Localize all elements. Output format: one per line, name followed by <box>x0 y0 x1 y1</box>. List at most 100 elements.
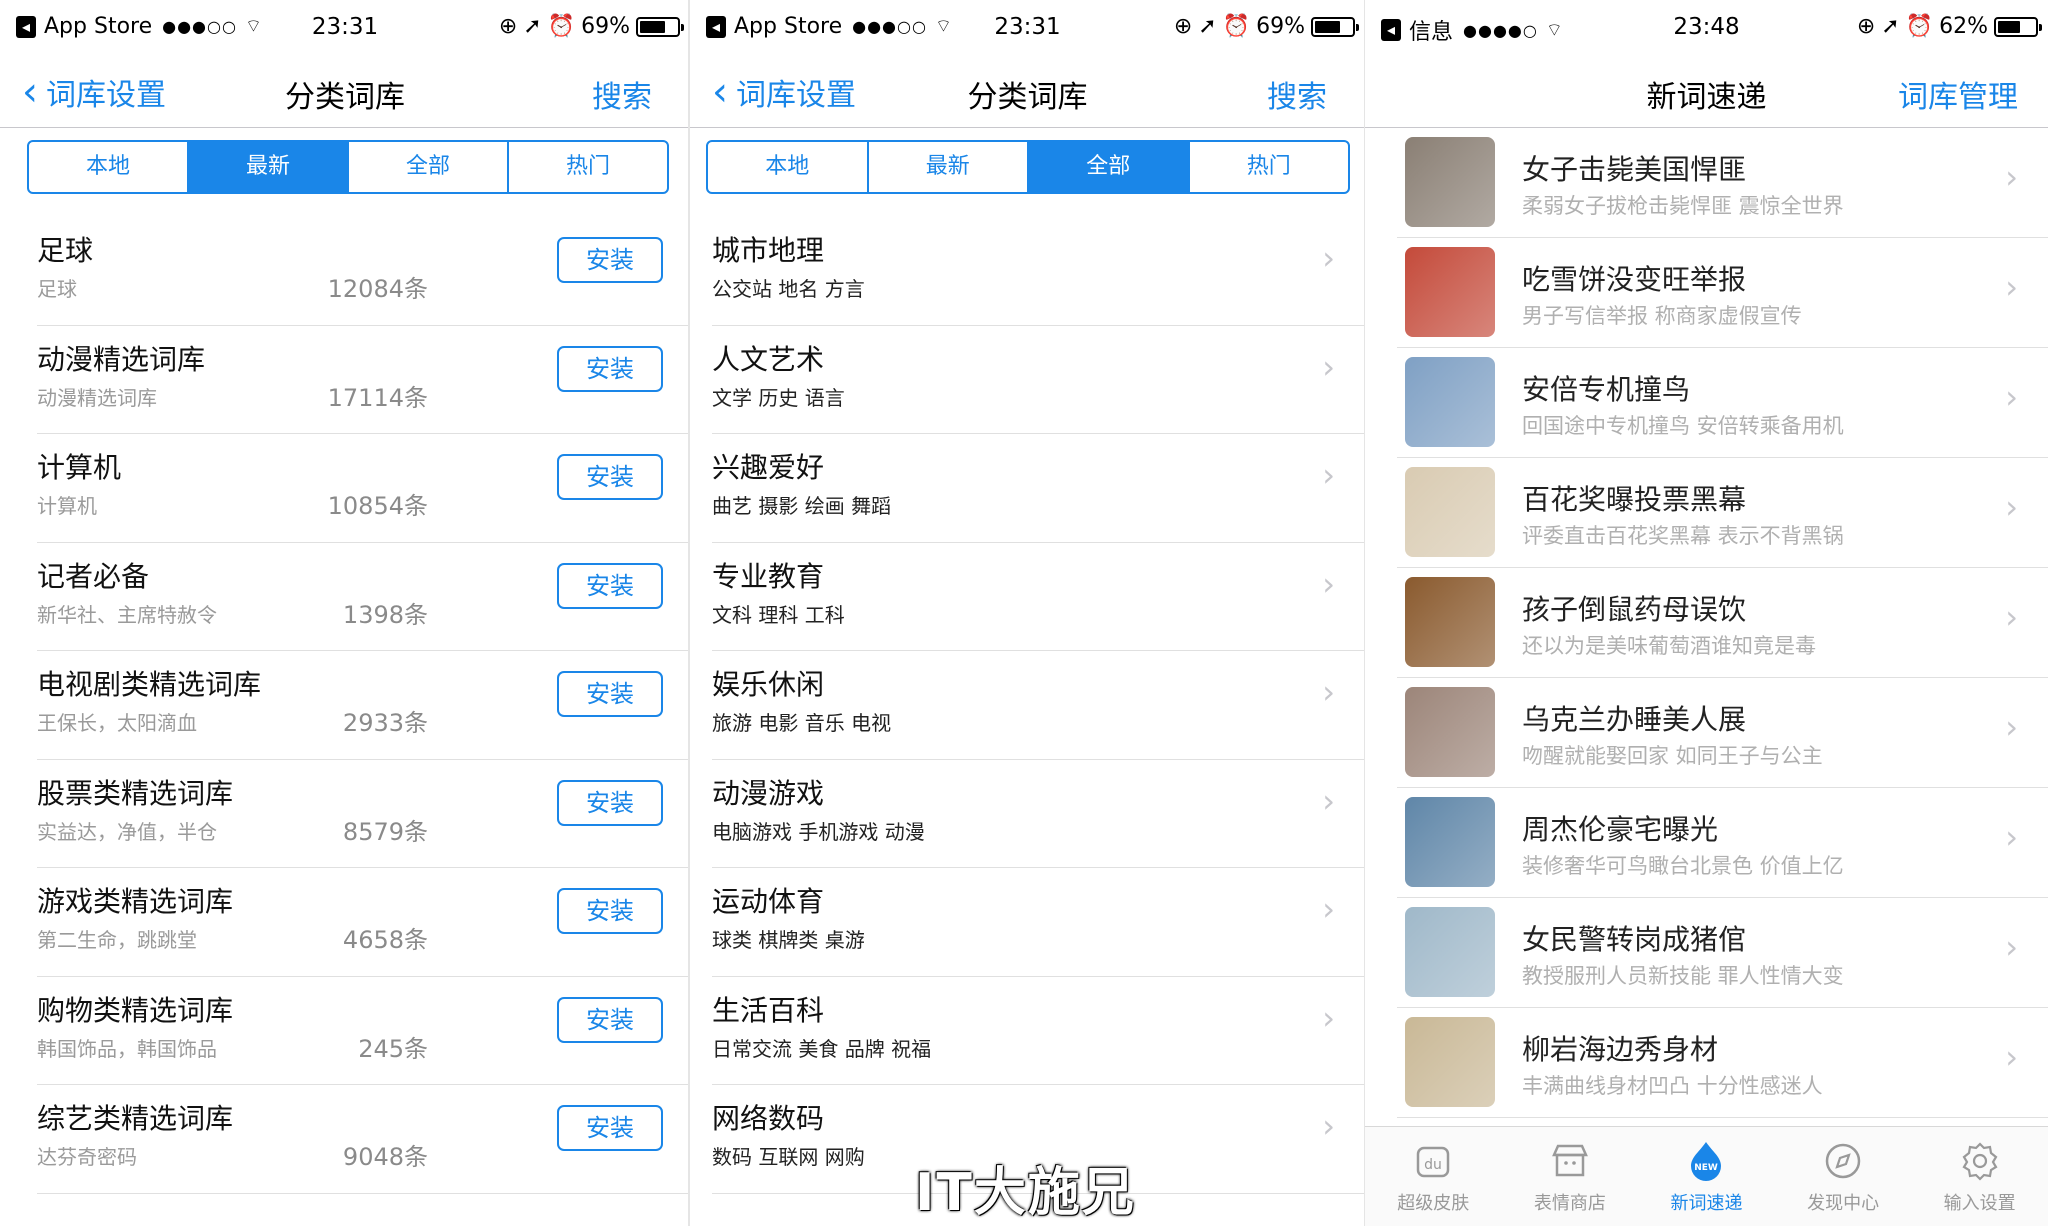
install-button[interactable]: 安装 <box>557 454 663 500</box>
category-name: 动漫游戏 <box>712 776 825 810</box>
item-name: 足球 <box>37 234 94 267</box>
tab-sticker-store[interactable]: 表情商店 <box>1502 1127 1639 1226</box>
news-title: 柳岩海边秀身材 <box>1522 1033 1719 1066</box>
segment-all[interactable]: 全部 <box>349 142 509 192</box>
item-name: 股票类精选词库 <box>37 776 234 810</box>
list-item: 动漫精选词库 动漫精选词库 17114条 安装 <box>37 326 690 434</box>
category-name: 人文艺术 <box>712 342 825 376</box>
segment-local[interactable]: 本地 <box>29 142 189 192</box>
back-button[interactable]: ‹ 词库设置 <box>712 70 856 114</box>
tab-skin[interactable]: du 超级皮肤 <box>1365 1127 1502 1226</box>
watermark-text: IT大施兄 <box>915 1163 1136 1223</box>
status-right: ⊕ ➚ ⏰ 69% <box>1174 14 1359 39</box>
segment-local[interactable]: 本地 <box>708 142 869 192</box>
segment-hot[interactable]: 热门 <box>1190 142 1349 192</box>
list-item[interactable]: 运动体育 球类 棋牌类 桌游 › <box>712 868 1365 977</box>
chevron-right-icon: › <box>2005 378 2018 416</box>
news-title: 乌克兰办睡美人展 <box>1522 703 1747 736</box>
news-summary: 评委直击百花奖黑幕 表示不背黑锅 <box>1522 524 1844 548</box>
tab-label: 表情商店 <box>1533 1192 1606 1214</box>
back-button[interactable]: ‹ 词库设置 <box>22 70 166 114</box>
category-subtitle: 曲艺 摄影 绘画 舞蹈 <box>712 494 892 518</box>
install-button[interactable]: 安装 <box>557 345 663 392</box>
list-item[interactable]: 生活百科 日常交流 美食 品牌 祝福 › <box>712 977 1365 1085</box>
news-item[interactable]: 女子击毙美国悍匪 柔弱女子拔枪击毙悍匪 震惊全世界 › <box>1397 128 2048 238</box>
news-item[interactable]: 百花奖曝投票黑幕评委直击百花奖黑幕 表示不背黑锅 › <box>1397 458 2048 568</box>
list-item[interactable]: 兴趣爱好 曲艺 摄影 绘画 舞蹈 › <box>712 434 1365 543</box>
item-subtitle: 达芬奇密码 <box>37 1145 137 1169</box>
news-item[interactable]: 孩子倒鼠药母误饮 还以为是美味葡萄酒谁知竟是毒 › <box>1397 568 2048 678</box>
list-item[interactable]: 专业教育 文科 理科 工科 › <box>712 543 1365 651</box>
svg-text:du: du <box>1424 1157 1442 1173</box>
tab-new-words[interactable]: NEW 新词速递 <box>1638 1127 1775 1226</box>
segmented-control: 本地 最新 全部 热门 <box>27 140 669 194</box>
item-name: 综艺类精选词库 <box>37 1102 234 1135</box>
list-item: 足球 足球 12084条 安装 <box>37 217 690 326</box>
item-count: 10854条 <box>327 492 428 520</box>
back-label: 词库设置 <box>46 78 166 113</box>
news-item[interactable]: 安倍专机撞鸟 回国途中专机撞鸟 安倍转乘备用机 › <box>1397 348 2048 458</box>
chevron-right-icon: › <box>2005 708 2018 746</box>
battery-percent: 69% <box>581 14 630 39</box>
list-item[interactable]: 动漫游戏 电脑游戏 手机游戏 动漫 › <box>712 760 1365 868</box>
segment-all[interactable]: 全部 <box>1029 142 1190 192</box>
segment-latest[interactable]: 最新 <box>189 142 349 192</box>
segment-latest[interactable]: 最新 <box>869 142 1029 192</box>
tab-bar: du 超级皮肤 表情商店 NEW 新词速递 发现中心 输入设置 <box>1365 1126 2048 1226</box>
screen-panel-1: ◂ App Store ●●●○○ ⌔ 23:31 ⊕ ➚ ⏰ 69% ‹ 词库… <box>0 0 690 1226</box>
item-count: 17114条 <box>327 383 428 412</box>
segment-hot[interactable]: 热门 <box>509 142 667 192</box>
item-count: 12084条 <box>327 275 428 303</box>
list-item: 记者必备 新华社、主席特赦令 1398条 安装 <box>37 543 690 651</box>
news-item[interactable]: 周杰伦豪宅曝光 装修奢华可鸟瞰台北景色 价值上亿 › <box>1397 788 2048 898</box>
search-button[interactable]: 搜索 <box>592 72 652 116</box>
item-subtitle: 动漫精选词库 <box>37 385 157 410</box>
category-subtitle: 文学 历史 语言 <box>712 385 845 410</box>
skin-icon: du <box>1417 1146 1450 1177</box>
chevron-right-icon: › <box>2005 598 2018 636</box>
item-name: 动漫精选词库 <box>37 342 206 376</box>
chevron-right-icon: › <box>1322 890 1335 928</box>
install-button[interactable]: 安装 <box>557 671 663 717</box>
category-name: 运动体育 <box>712 885 825 918</box>
tab-input-settings[interactable]: 输入设置 <box>1911 1127 2048 1226</box>
nav-bar: ‹ 词库设置 分类词库 搜索 <box>0 58 690 128</box>
install-button[interactable]: 安装 <box>557 996 663 1043</box>
manage-dictionary-button[interactable]: 词库管理 <box>1898 72 2018 116</box>
news-item[interactable]: 乌克兰办睡美人展 吻醒就能娶回家 如同王子与公主 › <box>1397 678 2048 788</box>
news-summary: 回国途中专机撞鸟 安倍转乘备用机 <box>1522 414 1844 438</box>
list-item[interactable]: 人文艺术 文学 历史 语言 › <box>712 326 1365 434</box>
install-button[interactable]: 安装 <box>557 1105 663 1151</box>
tab-discover[interactable]: 发现中心 <box>1775 1127 1912 1226</box>
install-button[interactable]: 安装 <box>557 237 663 283</box>
item-subtitle: 新华社、主席特赦令 <box>37 602 217 627</box>
news-title: 女子击毙美国悍匪 <box>1522 153 1747 186</box>
tab-label: 发现中心 <box>1807 1192 1880 1214</box>
location-icon: ➚ <box>523 14 542 39</box>
chevron-right-icon: › <box>2005 488 2018 526</box>
item-subtitle: 计算机 <box>37 494 97 518</box>
chevron-right-icon: › <box>2005 158 2018 196</box>
news-item[interactable]: 柳岩海边秀身材 丰满曲线身材凹凸 十分性感迷人 › <box>1397 1008 2048 1118</box>
battery-icon <box>1994 16 2042 37</box>
list-item[interactable]: 娱乐休闲 旅游 电影 音乐 电视 › <box>712 651 1365 760</box>
news-title: 百花奖曝投票黑幕 <box>1522 483 1747 516</box>
search-button[interactable]: 搜索 <box>1267 72 1327 116</box>
chevron-right-icon: › <box>2005 1038 2018 1076</box>
install-button[interactable]: 安装 <box>557 562 663 609</box>
news-thumbnail <box>1405 357 1495 447</box>
news-summary: 装修奢华可鸟瞰台北景色 价值上亿 <box>1522 854 1844 878</box>
alarm-icon: ⏰ <box>547 14 576 39</box>
chevron-left-icon: ‹ <box>712 69 728 115</box>
item-count: 8579条 <box>342 817 428 846</box>
chevron-right-icon: › <box>1322 673 1335 711</box>
chevron-right-icon: › <box>1322 456 1335 494</box>
install-button[interactable]: 安装 <box>557 779 663 826</box>
list-item[interactable]: 城市地理 公交站 地名 方言 › <box>712 217 1365 326</box>
install-button[interactable]: 安装 <box>557 888 663 934</box>
news-item[interactable]: 吃雪饼没变旺举报 男子写信举报 称商家虚假宣传 › <box>1397 238 2048 348</box>
back-label: 词库设置 <box>736 78 856 113</box>
store-icon <box>1551 1144 1588 1176</box>
news-item[interactable]: 女民警转岗成猪倌 教授服刑人员新技能 罪人性情大变 › <box>1397 898 2048 1008</box>
item-count: 9048条 <box>342 1143 428 1171</box>
